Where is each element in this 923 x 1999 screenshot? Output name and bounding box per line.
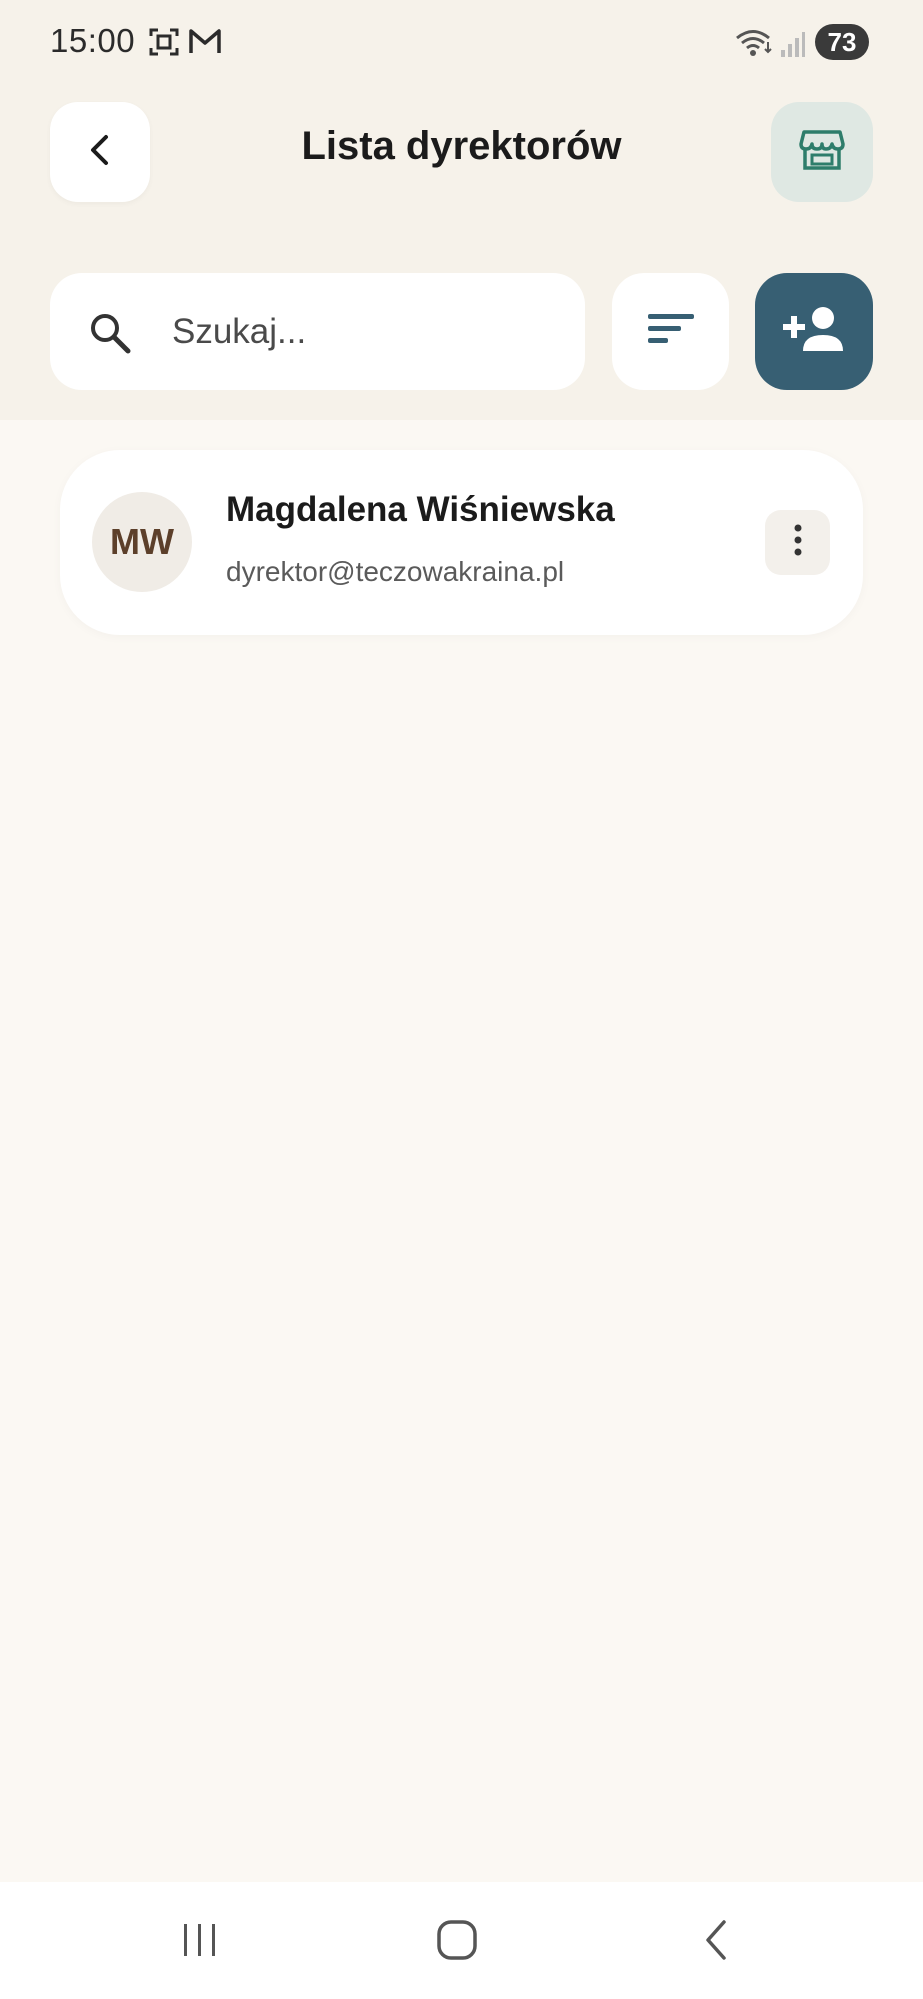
page-title: Lista dyrektorów (301, 124, 622, 168)
screenshot-icon (148, 26, 180, 63)
store-button[interactable] (771, 102, 873, 202)
more-options-button[interactable] (765, 510, 830, 575)
status-bar: 15:00 73 (0, 0, 923, 86)
add-user-button[interactable] (755, 273, 873, 390)
back-icon (700, 1918, 732, 1967)
wifi-icon (735, 28, 775, 63)
search-box[interactable] (50, 273, 585, 390)
recent-apps-button[interactable] (160, 1912, 240, 1972)
recent-apps-icon (180, 1920, 220, 1965)
avatar: MW (92, 492, 192, 592)
system-nav-bar (0, 1882, 923, 1999)
nav-back-button[interactable] (676, 1912, 756, 1972)
battery-icon: 73 (815, 24, 869, 60)
home-icon (435, 1918, 479, 1967)
person-add-icon (783, 305, 845, 358)
home-button[interactable] (417, 1912, 497, 1972)
status-time: 15:00 (50, 22, 136, 59)
signal-icon (780, 30, 806, 63)
sort-icon (647, 312, 694, 351)
storefront-icon (798, 128, 846, 177)
search-input[interactable] (170, 303, 554, 361)
search-icon (88, 311, 132, 360)
list-item[interactable]: MW Magdalena Wiśniewska dyrektor@teczowa… (60, 450, 863, 635)
back-button[interactable] (50, 102, 150, 202)
chevron-left-icon (82, 132, 118, 173)
sort-button[interactable] (612, 273, 729, 390)
gmail-icon (188, 26, 222, 61)
director-name: Magdalena Wiśniewska (226, 490, 615, 529)
director-email: dyrektor@teczowakraina.pl (226, 556, 565, 587)
more-vert-icon (793, 524, 803, 561)
